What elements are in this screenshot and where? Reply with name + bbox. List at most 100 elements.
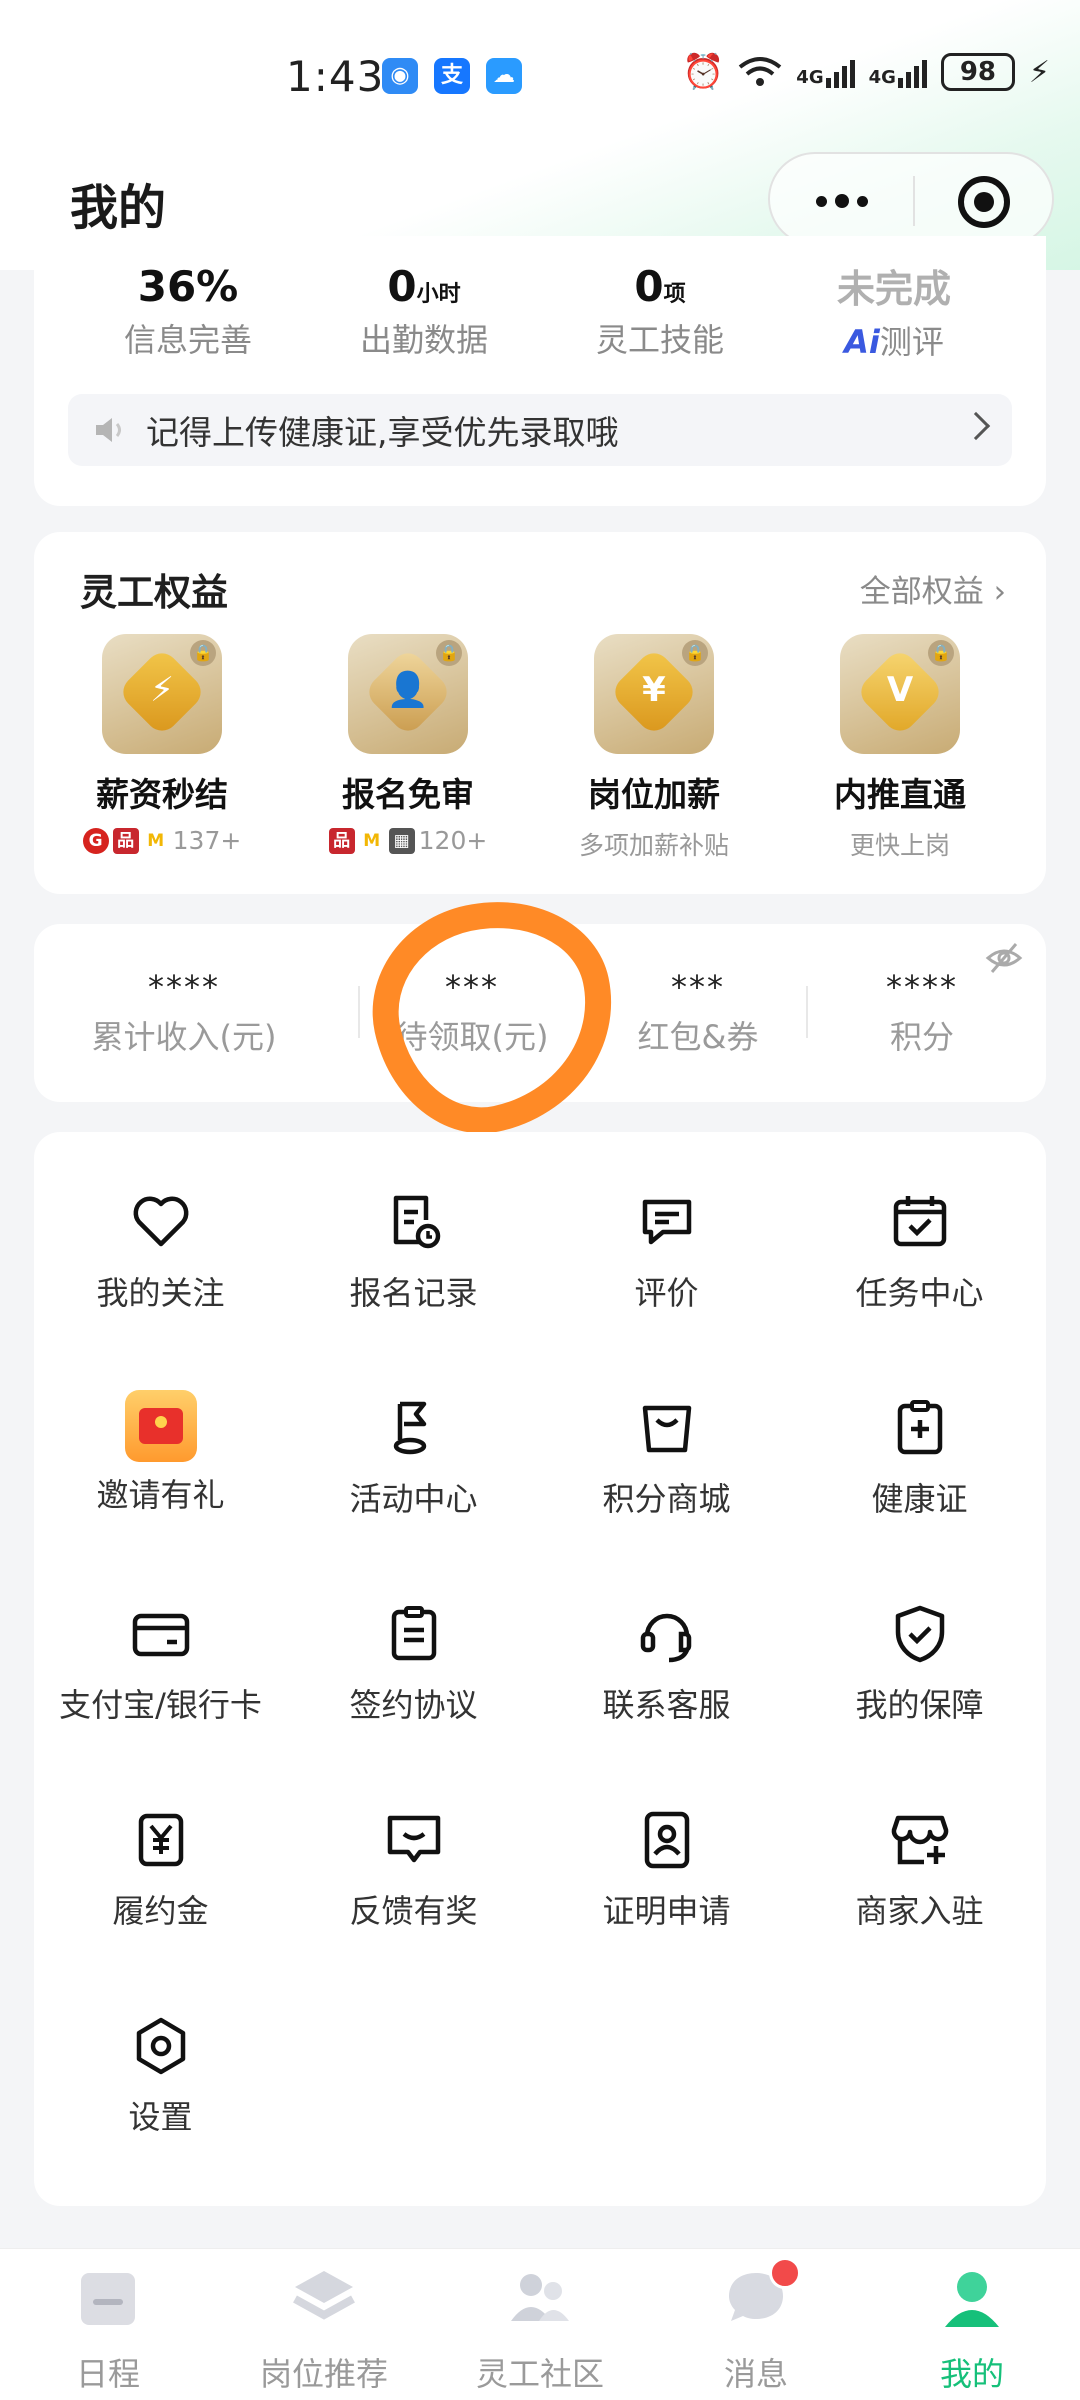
menu-label: 支付宝/银行卡 xyxy=(59,1686,262,1724)
menu-item-deposit[interactable]: 履约金 xyxy=(34,1750,287,1956)
menu-label: 健康证 xyxy=(871,1480,968,1518)
menu-item-task-center[interactable]: 任务中心 xyxy=(793,1132,1046,1338)
stat-label: 信息完善 xyxy=(123,321,252,359)
menu-item-invite[interactable]: 邀请有礼 xyxy=(34,1338,287,1544)
menu-item-contracts[interactable]: 签约协议 xyxy=(287,1544,540,1750)
stat-skills[interactable]: 0项 灵工技能 xyxy=(550,262,770,361)
benefit-no-review[interactable]: 👤 🔒 报名免审 品 M ▦ 120+ xyxy=(298,634,518,855)
badge-symbol: V xyxy=(886,670,914,710)
document-icon xyxy=(382,1602,446,1666)
stat-label-text: 测评 xyxy=(879,323,944,361)
stat-number: 0 xyxy=(634,262,664,311)
benefit-name: 报名免审 xyxy=(342,775,474,814)
benefit-instant-pay[interactable]: ⚡ 🔒 薪资秒结 G 品 M 137+ xyxy=(52,634,272,855)
menu-item-following[interactable]: 我的关注 xyxy=(34,1132,287,1338)
menu-label: 活动中心 xyxy=(349,1480,478,1518)
stat-unit: 项 xyxy=(663,282,686,307)
stat-unit: 小时 xyxy=(416,282,461,307)
dot-icon xyxy=(816,195,827,207)
benefit-sub: G 品 M 137+ xyxy=(52,826,272,855)
profile-card: 36% 信息完善 0小时 出勤数据 0项 灵工技能 未完成 Ai测评 记得上传健… xyxy=(34,236,1046,506)
menu-label: 报名记录 xyxy=(349,1274,478,1312)
wallet-coupons[interactable]: *** 红包&券 xyxy=(588,968,808,1058)
alarm-icon: ⏰ xyxy=(681,52,725,92)
menu-item-my-protection[interactable]: 我的保障 xyxy=(793,1544,1046,1750)
target-icon xyxy=(974,192,994,212)
stat-attendance[interactable]: 0小时 出勤数据 xyxy=(314,262,534,361)
calendar-icon xyxy=(73,2263,143,2333)
wallet-value: **** xyxy=(148,968,220,1006)
tab-community[interactable]: 灵工社区 xyxy=(432,2263,648,2395)
mcdonalds-logo-icon: M xyxy=(358,827,385,854)
services-grid: 我的关注 报名记录 评价 任务中心 邀请有礼 活动中心 积分商城 健康证 支付宝… xyxy=(34,1132,1046,2206)
shopping-bag-icon xyxy=(635,1396,699,1460)
stat-label: 出勤数据 xyxy=(359,321,488,359)
mini-program-capsule xyxy=(768,152,1054,246)
wallet-total-income[interactable]: **** 累计收入(元) xyxy=(74,968,294,1058)
menu-item-customer-service[interactable]: 联系客服 xyxy=(540,1544,793,1750)
menu-item-signup-records[interactable]: 报名记录 xyxy=(287,1132,540,1338)
wallet-label: 累计收入(元) xyxy=(91,1018,277,1056)
battery-level: 98 xyxy=(940,53,1015,91)
tab-job-recommend[interactable]: 岗位推荐 xyxy=(216,2263,432,2395)
divider xyxy=(358,986,360,1038)
menu-item-health-cert[interactable]: 健康证 xyxy=(793,1338,1046,1544)
clipboard-plus-icon xyxy=(888,1396,952,1460)
tab-schedule[interactable]: 日程 xyxy=(0,2263,216,2395)
menu-label: 签约协议 xyxy=(349,1686,478,1724)
stat-value: 0项 xyxy=(550,262,770,311)
badge-symbol: 👤 xyxy=(386,670,430,710)
hide-amounts-eye-icon[interactable] xyxy=(984,938,1024,978)
stat-value: 未完成 xyxy=(836,267,951,311)
tab-messages[interactable]: 消息 xyxy=(648,2257,864,2395)
menu-item-feedback[interactable]: 反馈有奖 xyxy=(287,1750,540,1956)
menu-label: 我的关注 xyxy=(96,1274,225,1312)
alipay-icon: 支 xyxy=(434,58,470,94)
tab-mine[interactable]: 我的 xyxy=(864,2263,1080,2395)
divider xyxy=(913,176,915,226)
benefit-name: 薪资秒结 xyxy=(96,775,228,814)
benefit-referral[interactable]: V 🔒 内推直通 更快上岗 xyxy=(790,634,1010,862)
menu-item-payment-card[interactable]: 支付宝/银行卡 xyxy=(34,1544,287,1750)
chat-bubble-icon xyxy=(721,2257,801,2333)
menu-item-merchant-join[interactable]: 商家入驻 xyxy=(793,1750,1046,1956)
settings-icon xyxy=(129,2014,193,2078)
chevron-right-icon: › xyxy=(983,574,1006,610)
menu-item-reviews[interactable]: 评价 xyxy=(540,1132,793,1338)
benefits-card: 灵工权益 全部权益 › ⚡ 🔒 薪资秒结 G 品 M 137+ 👤 🔒 报名免审 品 M ▦ 1… xyxy=(34,532,1046,894)
lock-icon: 🔒 xyxy=(928,640,954,666)
status-time: 1:43 xyxy=(286,52,385,101)
signal-2-icon: 4G xyxy=(869,56,927,88)
menu-item-settings[interactable]: 设置 xyxy=(34,1956,287,2162)
bottom-tab-bar: 日程 岗位推荐 灵工社区 消息 我的 xyxy=(0,2248,1080,2400)
menu-item-points-mall[interactable]: 积分商城 xyxy=(540,1338,793,1544)
stat-value: 36% xyxy=(78,262,298,311)
brand-logo-icon: 品 xyxy=(328,827,355,854)
referral-badge-icon: V 🔒 xyxy=(840,634,960,754)
menu-label: 任务中心 xyxy=(855,1274,984,1312)
network-type: 4G xyxy=(868,67,896,88)
layers-icon xyxy=(289,2263,359,2333)
lock-icon: 🔒 xyxy=(190,640,216,666)
stat-profile-complete[interactable]: 36% 信息完善 xyxy=(78,262,298,361)
benefit-count: 120+ xyxy=(418,826,488,855)
menu-item-certificate[interactable]: 证明申请 xyxy=(540,1750,793,1956)
all-benefits-link[interactable]: 全部权益 › xyxy=(860,566,1006,611)
more-button[interactable] xyxy=(810,178,874,224)
flag-icon xyxy=(382,1396,446,1460)
stat-ai-assessment[interactable]: 未完成 Ai测评 xyxy=(784,258,1004,363)
stat-value: 0小时 xyxy=(314,262,534,311)
health-cert-notice[interactable]: 记得上传健康证,享受优先录取哦 xyxy=(68,394,1012,466)
close-mini-program-button[interactable] xyxy=(958,176,1010,228)
tab-label: 消息 xyxy=(723,2355,788,2393)
lock-icon: 🔒 xyxy=(436,640,462,666)
feedback-icon xyxy=(382,1808,446,1872)
benefit-raise[interactable]: ¥ 🔒 岗位加薪 多项加薪补贴 xyxy=(544,634,764,862)
signal-1-icon: 4G xyxy=(796,56,855,88)
menu-item-activity-center[interactable]: 活动中心 xyxy=(287,1338,540,1544)
badge-symbol: ⚡ xyxy=(150,670,174,710)
menu-label: 我的保障 xyxy=(855,1686,984,1724)
wallet-points[interactable]: **** 积分 xyxy=(812,968,1032,1058)
headset-icon xyxy=(635,1602,699,1666)
wifi-icon xyxy=(739,57,782,86)
